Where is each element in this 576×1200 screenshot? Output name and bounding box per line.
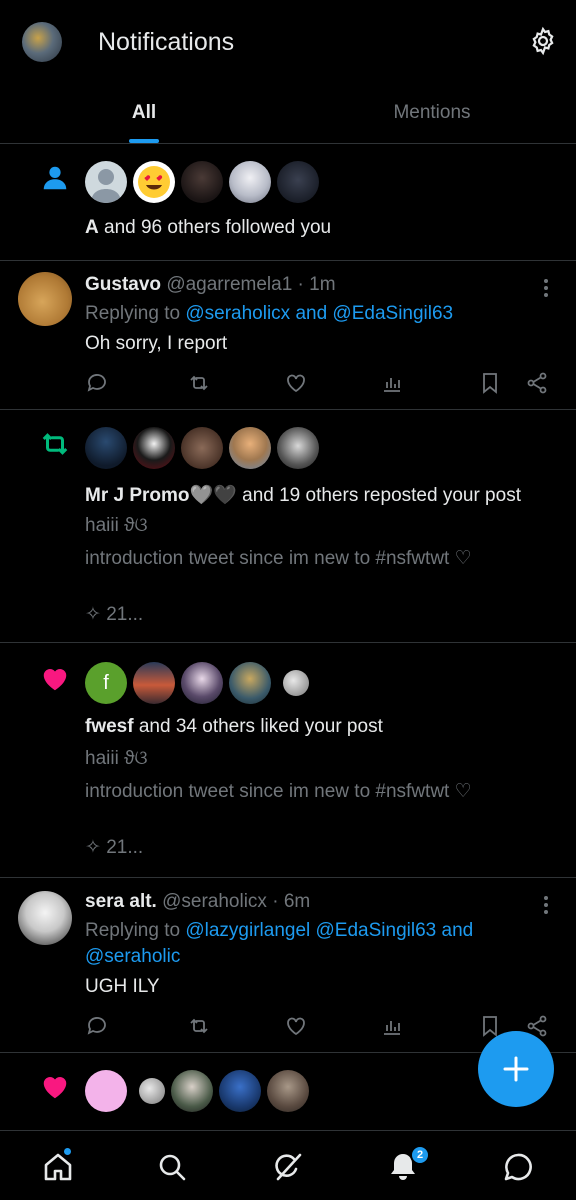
messages-icon[interactable] <box>502 1151 534 1183</box>
author-handle: @agarremela1 · 1m <box>166 274 336 295</box>
replying-to-mentions[interactable]: @lazygirlangel @EdaSingil63 and <box>185 920 473 941</box>
avatar[interactable] <box>277 427 319 469</box>
avatar[interactable] <box>18 272 72 326</box>
moon-avatar[interactable] <box>283 670 309 696</box>
avatar[interactable] <box>181 662 223 704</box>
avatar[interactable] <box>219 1070 261 1112</box>
replying-to-line: Replying to @seraholicx and @EdaSingil63 <box>85 303 454 324</box>
top-bar: Notifications <box>0 0 576 84</box>
author-name[interactable]: Gustavo <box>85 274 161 295</box>
settings-gear-icon[interactable] <box>528 26 558 56</box>
post-more[interactable]: ✧ 21... <box>85 603 143 626</box>
avatar[interactable] <box>267 1070 309 1112</box>
repost-text: Mr J Promo🩶🖤 and 19 others reposted your… <box>85 485 521 506</box>
reply-notification[interactable]: Gustavo @agarremela1 · 1m Replying to @s… <box>0 262 576 410</box>
reposter-avatars <box>85 427 319 469</box>
reply-actions <box>85 1014 555 1040</box>
follow-text: A and 96 others followed you <box>85 217 332 238</box>
author-line: Gustavo @agarremela1 · 1m <box>85 274 336 296</box>
avatar[interactable] <box>133 161 175 203</box>
avatar[interactable] <box>85 161 127 203</box>
home-unread-dot <box>63 1147 72 1156</box>
home-icon[interactable] <box>42 1151 74 1183</box>
tab-mentions[interactable]: Mentions <box>288 84 576 143</box>
repost-icon[interactable] <box>187 371 211 395</box>
avatar[interactable] <box>85 427 127 469</box>
like-icon[interactable] <box>284 371 308 395</box>
avatar[interactable] <box>171 1070 213 1112</box>
post-line-1: haiii ϑଓ <box>85 515 148 536</box>
heart-icon <box>43 1077 67 1099</box>
author-line: sera alt. @seraholicx · 6m <box>85 891 310 913</box>
follower-avatars <box>85 161 319 203</box>
avatar[interactable] <box>133 427 175 469</box>
avatar[interactable]: f <box>85 662 127 704</box>
avatar[interactable] <box>85 1070 127 1112</box>
views-icon[interactable] <box>380 371 404 395</box>
replying-to-mentions-continued[interactable]: @seraholic <box>85 946 180 968</box>
avatar[interactable] <box>277 161 319 203</box>
avatar[interactable] <box>133 662 175 704</box>
avatar[interactable] <box>18 891 72 945</box>
heart-eyes-emoji-icon <box>138 166 170 198</box>
reply-icon[interactable] <box>85 1014 109 1038</box>
reply-notification[interactable]: sera alt. @seraholicx · 6m Replying to @… <box>0 879 576 1053</box>
avatar[interactable] <box>229 662 271 704</box>
avatar[interactable] <box>229 427 271 469</box>
tab-all[interactable]: All <box>0 84 288 143</box>
person-icon <box>43 166 67 190</box>
replying-to-line: Replying to @lazygirlangel @EdaSingil63 … <box>85 920 474 941</box>
share-icon[interactable] <box>525 371 549 395</box>
liker-avatars: f <box>85 662 309 704</box>
grok-icon[interactable] <box>272 1151 304 1183</box>
post-line-2: introduction tweet since im new to #nsfw… <box>85 548 472 569</box>
views-icon[interactable] <box>380 1014 404 1038</box>
post-line-1: haiii ϑଓ <box>85 748 148 769</box>
search-icon[interactable] <box>156 1151 188 1183</box>
repost-icon[interactable] <box>187 1014 211 1038</box>
post-more[interactable]: ✧ 21... <box>85 836 143 859</box>
notifications-count-badge: 2 <box>410 1145 430 1165</box>
bottom-navigation: 2 <box>0 1130 576 1200</box>
more-options-icon[interactable] <box>536 278 556 298</box>
page-title: Notifications <box>98 28 235 56</box>
more-options-icon[interactable] <box>536 895 556 915</box>
bookmark-icon[interactable] <box>478 371 502 395</box>
like-icon[interactable] <box>284 1014 308 1038</box>
reply-text: UGH ILY <box>85 976 160 997</box>
replying-to-mentions[interactable]: @seraholicx and @EdaSingil63 <box>185 303 453 324</box>
heart-icon <box>43 669 67 691</box>
reply-icon[interactable] <box>85 371 109 395</box>
plus-icon <box>503 1056 529 1082</box>
default-avatar-icon <box>91 169 121 203</box>
reply-actions <box>85 371 555 397</box>
author-handle: @seraholicx · 6m <box>162 891 311 912</box>
avatar[interactable] <box>181 427 223 469</box>
repost-notification[interactable]: Mr J Promo🩶🖤 and 19 others reposted your… <box>0 411 576 643</box>
avatar[interactable] <box>229 161 271 203</box>
post-line-2: introduction tweet since im new to #nsfw… <box>85 781 472 802</box>
reply-text: Oh sorry, I report <box>85 333 228 354</box>
avatar[interactable] <box>181 161 223 203</box>
moon-avatar[interactable] <box>139 1078 165 1104</box>
compose-button[interactable] <box>478 1031 554 1107</box>
follow-notification[interactable]: A and 96 others followed you <box>0 145 576 261</box>
like-text: fwesf and 34 others liked your post <box>85 716 383 737</box>
like-notification[interactable]: f fwesf and 34 others liked your post ha… <box>0 644 576 878</box>
profile-avatar[interactable] <box>22 22 62 62</box>
notification-tabs: All Mentions <box>0 84 576 144</box>
author-name[interactable]: sera alt. <box>85 891 157 912</box>
repost-icon <box>42 433 68 455</box>
liker-avatars <box>85 1070 309 1112</box>
